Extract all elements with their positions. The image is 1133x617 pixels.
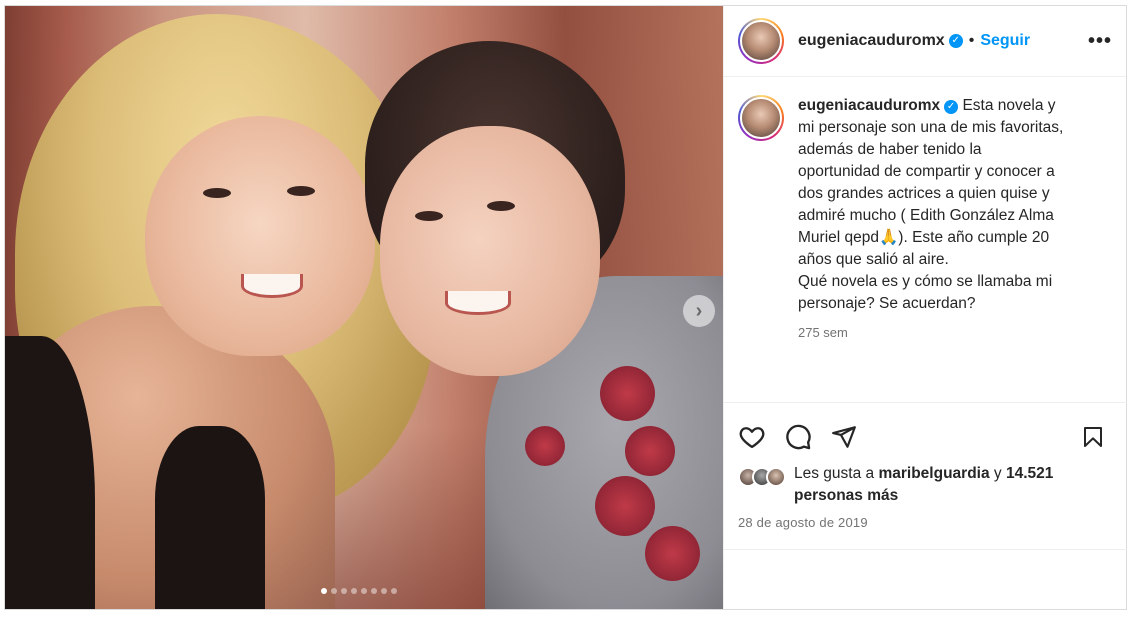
next-slide-button[interactable]: › — [683, 295, 715, 327]
likes-summary: Les gusta a maribelguardia y 14.521 pers… — [738, 463, 1113, 507]
carousel-dot — [331, 588, 337, 594]
carousel-indicator — [321, 588, 397, 594]
avatar — [766, 467, 786, 487]
heart-icon — [739, 427, 765, 449]
separator-dot: • — [968, 32, 975, 49]
liker-avatars[interactable] — [738, 467, 786, 487]
share-button[interactable] — [830, 423, 858, 451]
carousel-dot — [391, 588, 397, 594]
chevron-right-icon: › — [695, 299, 703, 322]
send-icon — [832, 426, 856, 448]
caption-username[interactable]: eugeniacauduromx — [798, 97, 940, 114]
actions-bar: Les gusta a maribelguardia y 14.521 pers… — [724, 402, 1127, 530]
carousel-dot — [341, 588, 347, 594]
likes-count-link[interactable]: 14.521 — [1006, 465, 1053, 482]
woman-right-face — [380, 126, 600, 376]
post-image[interactable]: › — [5, 6, 723, 609]
verified-badge-icon: ✓ — [948, 34, 963, 48]
follow-button[interactable]: Seguir — [980, 32, 1030, 50]
caption-text: eugeniacauduromx ✓ Esta novela y mi perso… — [798, 97, 1064, 312]
woman-left-face — [145, 116, 375, 356]
username-link[interactable]: eugeniacauduromx — [798, 32, 945, 50]
post-side-panel: eugeniacauduromx ✓ • Seguir ••• eugeniac… — [723, 6, 1127, 609]
carousel-dot — [321, 588, 327, 594]
post-date[interactable]: 28 de agosto de 2019 — [738, 515, 1113, 530]
likes-others-link[interactable]: personas más — [794, 487, 898, 504]
carousel-dot — [381, 588, 387, 594]
post-container: › eugeniacauduromx ✓ • Seguir ••• eugeni… — [4, 5, 1127, 610]
like-button[interactable] — [738, 423, 766, 451]
carousel-dot — [351, 588, 357, 594]
save-button[interactable] — [1079, 423, 1107, 451]
avatar[interactable] — [738, 18, 784, 64]
verified-badge-icon: ✓ — [944, 100, 959, 114]
caption-section: eugeniacauduromx ✓ Esta novela y mi perso… — [724, 77, 1126, 402]
likes-text: Les gusta a maribelguardia y 14.521 pers… — [794, 465, 1054, 504]
more-options-icon[interactable]: ••• — [1088, 30, 1112, 53]
comment-button[interactable] — [784, 423, 812, 451]
avatar[interactable] — [738, 95, 784, 141]
carousel-dot — [361, 588, 367, 594]
comment-icon — [786, 424, 811, 450]
carousel-dot — [371, 588, 377, 594]
add-comment-area — [724, 549, 1127, 609]
bookmark-icon — [1084, 427, 1102, 447]
caption-age[interactable]: 275 sem — [798, 325, 1098, 340]
post-header: eugeniacauduromx ✓ • Seguir ••• — [724, 6, 1126, 77]
liker-username-link[interactable]: maribelguardia — [878, 465, 989, 482]
